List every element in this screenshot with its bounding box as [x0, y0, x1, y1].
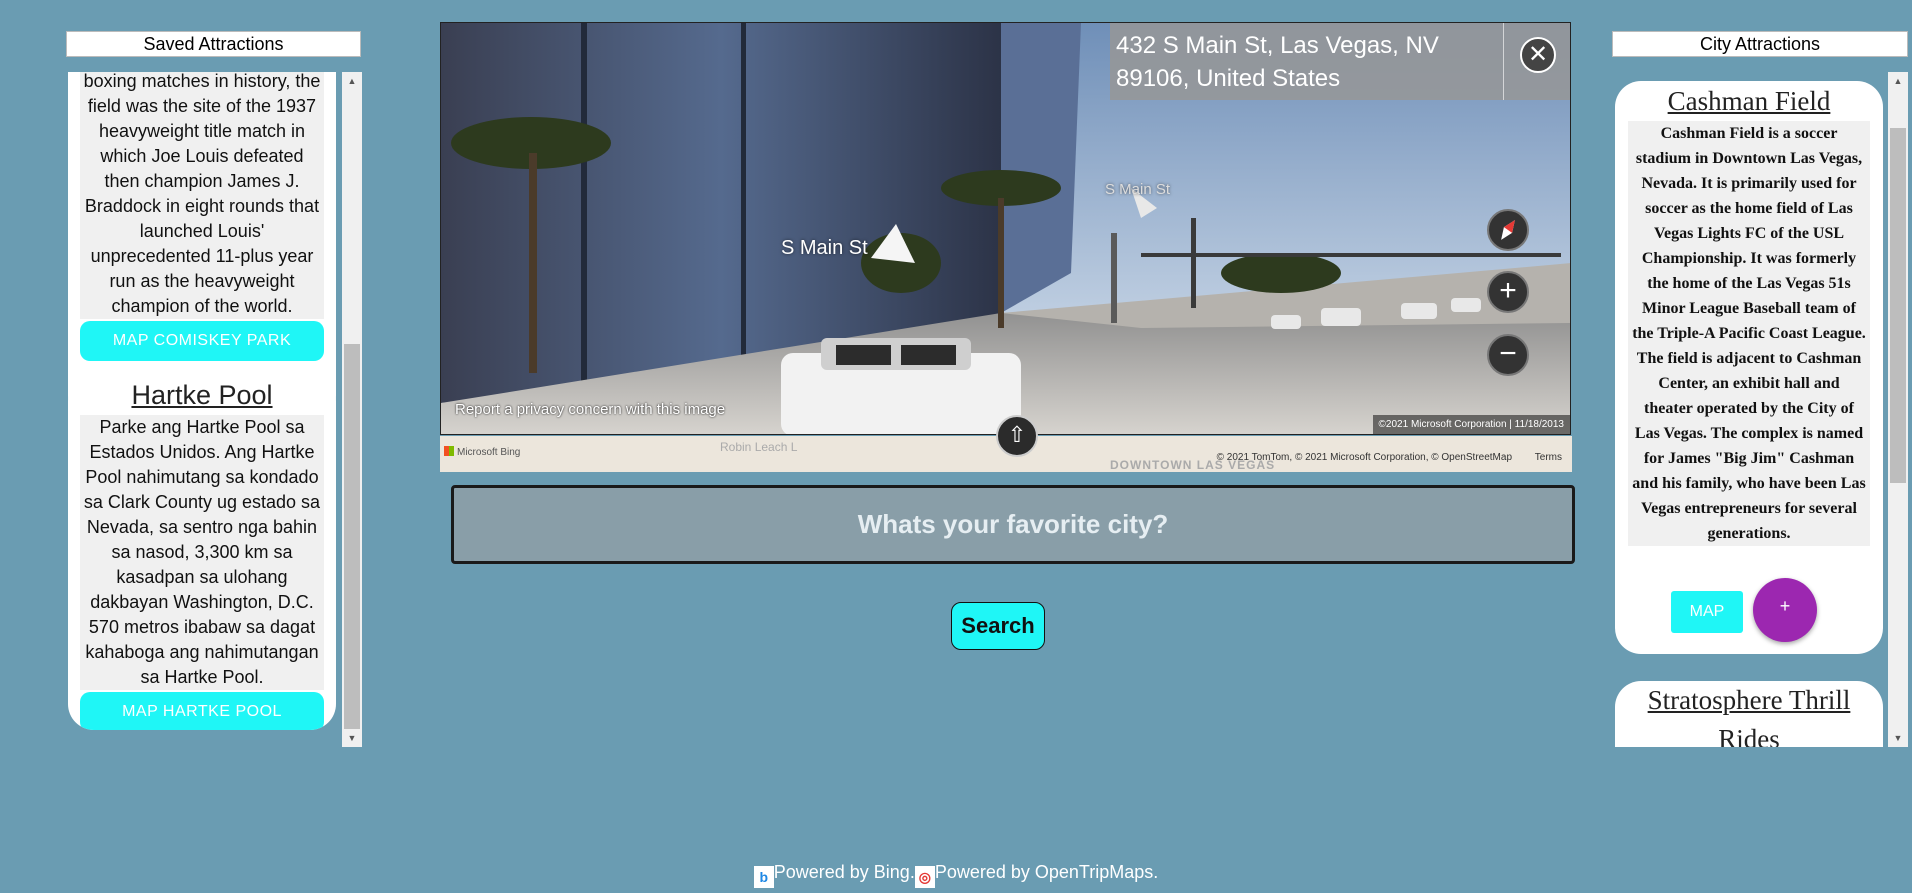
card-title: Stratosphere Thrill Rides	[1647, 685, 1851, 747]
city-card-stratosphere: Stratosphere Thrill Rides	[1615, 681, 1883, 747]
map-hartke-pool-button[interactable]: MAP HARTKE POOL	[80, 692, 324, 730]
map-attribution: © 2021 TomTom, © 2021 Microsoft Corporat…	[1216, 452, 1512, 463]
street-name-label-far[interactable]: S Main St	[1105, 181, 1170, 198]
city-attractions-list[interactable]: Cashman Field Cashman Field is a soccer …	[1612, 72, 1908, 747]
powered-by-opentripmaps: Powered by OpenTripMaps.	[934, 862, 1159, 882]
city-search-input[interactable]	[451, 485, 1575, 564]
streetside-view[interactable]: S Main St S Main St 432 S Main St, Las V…	[440, 22, 1571, 435]
card-description: in one of the most famous boxing matches…	[80, 72, 324, 319]
scroll-thumb[interactable]	[344, 344, 360, 729]
close-icon[interactable]: ✕	[1520, 37, 1556, 73]
saved-attractions-header: Saved Attractions	[66, 31, 361, 57]
saved-attractions-list[interactable]: in one of the most famous boxing matches…	[66, 72, 362, 747]
scroll-up-arrow-icon[interactable]: ▲	[1888, 72, 1908, 90]
scroll-down-arrow-icon[interactable]: ▼	[1888, 729, 1908, 747]
scroll-up-arrow-icon[interactable]: ▲	[342, 72, 362, 90]
scroll-down-arrow-icon[interactable]: ▼	[342, 729, 362, 747]
saved-card-hartke-pool: Hartke Pool Parke ang Hartke Pool sa Est…	[68, 375, 336, 730]
powered-by-bing: Powered by Bing.	[773, 862, 915, 882]
address-divider	[1503, 23, 1504, 100]
add-attraction-button[interactable]: +	[1753, 578, 1817, 642]
compass-icon[interactable]	[1487, 209, 1529, 251]
city-scrollbar[interactable]: ▲ ▼	[1888, 72, 1908, 747]
map-terms-link[interactable]: Terms	[1535, 452, 1562, 463]
zoom-in-icon[interactable]: +	[1487, 271, 1529, 313]
card-description: Cashman Field is a soccer stadium in Dow…	[1628, 121, 1870, 546]
card-title: Hartke Pool	[131, 380, 273, 410]
streetside-toggle-icon[interactable]: ⇧	[996, 415, 1038, 457]
map-comiskey-park-button[interactable]: MAP COMISKEY PARK	[80, 321, 324, 361]
street-name-label[interactable]: S Main St	[781, 237, 868, 260]
card-description: Parke ang Hartke Pool sa Estados Unidos.…	[80, 415, 324, 690]
imagery-copyright: ©2021 Microsoft Corporation | 11/18/2013	[1372, 415, 1570, 434]
opentripmap-icon: ◎	[914, 866, 935, 888]
zoom-out-icon[interactable]: −	[1487, 334, 1529, 376]
map-road-label: Robin Leach L	[720, 440, 798, 454]
report-privacy-link[interactable]: Report a privacy concern with this image	[455, 401, 725, 418]
city-attractions-header: City Attractions	[1612, 31, 1908, 57]
address-box: 432 S Main St, Las Vegas, NV 89106, Unit…	[1110, 23, 1570, 100]
map-button[interactable]: MAP	[1671, 591, 1743, 633]
footer: b Powered by Bing. ◎ Powered by OpenTripMap…	[0, 862, 1912, 888]
city-card-cashman-field: Cashman Field Cashman Field is a soccer …	[1615, 81, 1883, 654]
bing-icon: b	[753, 866, 774, 888]
saved-scrollbar[interactable]: ▲ ▼	[342, 72, 362, 747]
scroll-thumb[interactable]	[1890, 128, 1906, 483]
microsoft-bing-logo: Microsoft Bing	[444, 446, 520, 458]
saved-card-comiskey-park: in one of the most famous boxing matches…	[68, 72, 336, 422]
address-text: 432 S Main St, Las Vegas, NV 89106, Unit…	[1116, 32, 1439, 92]
card-title: Cashman Field	[1667, 86, 1831, 116]
search-button[interactable]: Search	[951, 602, 1045, 650]
